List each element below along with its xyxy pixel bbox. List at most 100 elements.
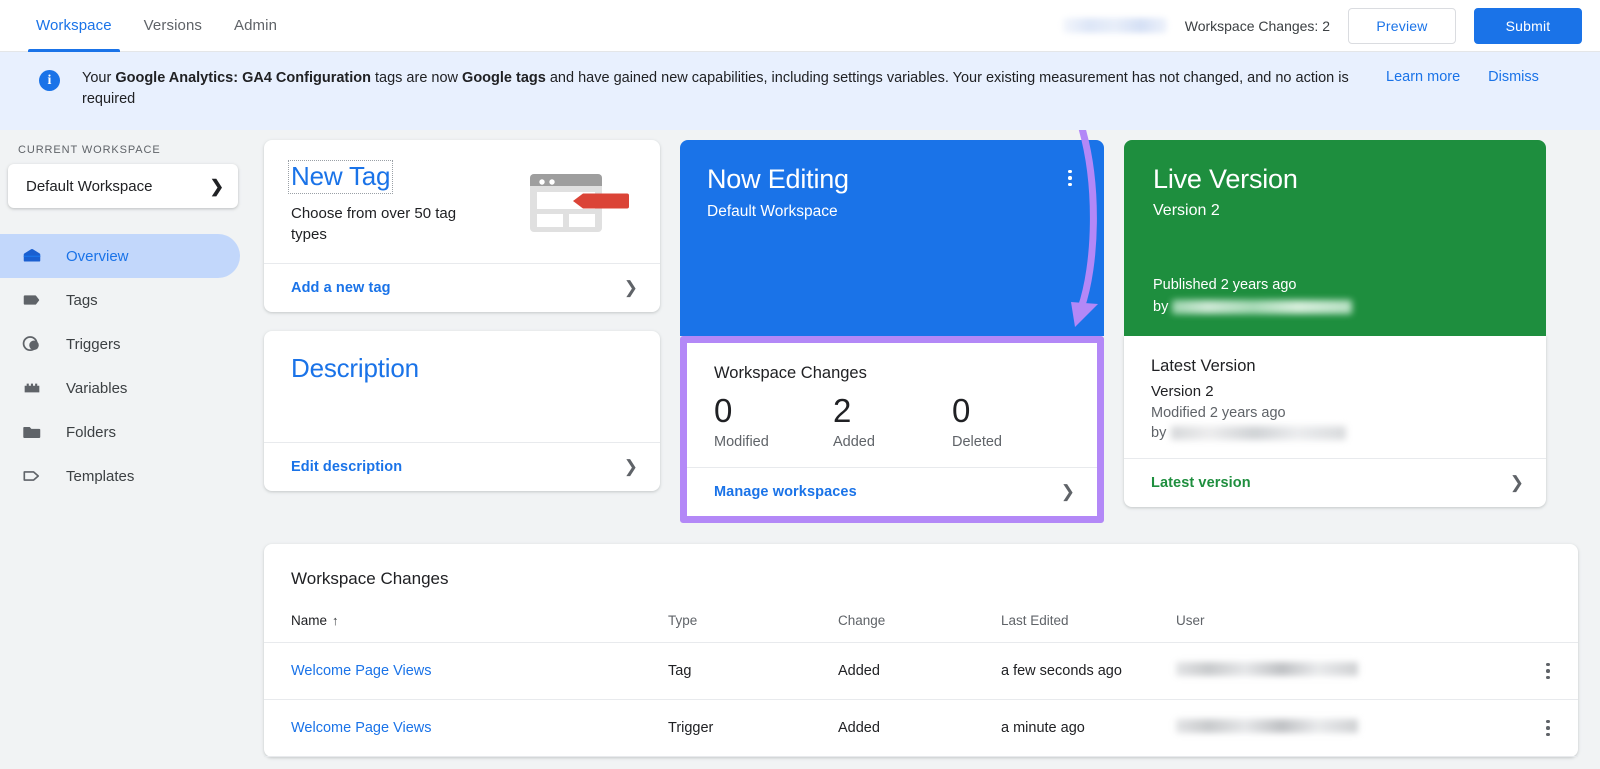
top-bar-actions: Workspace Changes: 2 Preview Submit — [1063, 8, 1600, 44]
learn-more-link[interactable]: Learn more — [1386, 69, 1460, 85]
sidebar-item-folders[interactable]: Folders — [0, 410, 240, 454]
tab-versions[interactable]: Versions — [128, 0, 218, 52]
stat-added-value: 2 — [833, 391, 952, 431]
column-header-last-edited[interactable]: Last Edited — [1001, 605, 1176, 643]
now-editing-body: Now Editing Default Workspace — [680, 140, 1104, 336]
add-new-tag-label: Add a new tag — [291, 280, 391, 296]
tag-icon — [20, 288, 44, 312]
workspace-changes-card[interactable]: Workspace Changes 0 Modified 2 Added — [687, 343, 1097, 516]
description-card-body: Description — [264, 331, 660, 442]
tab-admin[interactable]: Admin — [218, 0, 293, 52]
stat-added-label: Added — [833, 434, 952, 450]
submit-button[interactable]: Submit — [1474, 8, 1582, 44]
info-banner: i Your Google Analytics: GA4 Configurati… — [0, 52, 1600, 130]
stat-modified-value: 0 — [714, 391, 833, 431]
row-0-name[interactable]: Welcome Page Views — [264, 643, 668, 700]
sidebar-item-templates-label: Templates — [66, 468, 134, 485]
latest-version-number: Version 2 — [1151, 383, 1520, 400]
table-head: Name↑ Type Change Last Edited User — [264, 605, 1578, 643]
sidebar-item-tags[interactable]: Tags — [0, 278, 240, 322]
main-content: New Tag Choose from over 50 tag types — [248, 130, 1600, 769]
tab-admin-label: Admin — [234, 17, 277, 34]
chevron-right-icon: ❯ — [1510, 473, 1524, 493]
tab-workspace[interactable]: Workspace — [20, 0, 128, 52]
row-0-user-redacted — [1176, 662, 1358, 676]
latest-version-footer[interactable]: Latest version ❯ — [1124, 458, 1546, 507]
sidebar-item-triggers-label: Triggers — [66, 336, 120, 353]
sidebar-item-variables-label: Variables — [66, 380, 127, 397]
latest-version-author-row: by — [1151, 425, 1520, 441]
dismiss-link[interactable]: Dismiss — [1488, 69, 1539, 85]
latest-version-card[interactable]: Latest Version Version 2 Modified 2 year… — [1124, 336, 1546, 507]
row-kebab-menu-icon[interactable] — [1518, 663, 1578, 680]
stat-deleted-label: Deleted — [952, 434, 1071, 450]
latest-version-title: Latest Version — [1151, 357, 1520, 376]
now-editing-card: Now Editing Default Workspace — [680, 140, 1104, 336]
manage-workspaces-label: Manage workspaces — [714, 484, 857, 500]
banner-bold-2: Google tags — [462, 70, 546, 86]
folder-icon — [20, 420, 44, 444]
banner-text-1: Your — [82, 70, 115, 86]
column-header-type-label: Type — [668, 613, 697, 628]
tab-workspace-label: Workspace — [36, 17, 112, 34]
row-1-name[interactable]: Welcome Page Views — [264, 700, 668, 757]
row-1-change: Added — [838, 700, 1001, 757]
description-card[interactable]: Description Edit description ❯ — [264, 331, 660, 491]
workspace-changes-stats: 0 Modified 2 Added 0 Deleted — [714, 391, 1071, 450]
right-card-column: Live Version Version 2 Published 2 years… — [1124, 140, 1546, 507]
workspace-changes-table-card: Workspace Changes Name↑ Type Change Last… — [264, 544, 1578, 757]
sidebar-item-variables[interactable]: Variables — [0, 366, 240, 410]
sort-ascending-icon: ↑ — [332, 613, 339, 628]
add-new-tag-footer[interactable]: Add a new tag ❯ — [264, 263, 660, 312]
kebab-menu-icon[interactable] — [1058, 166, 1082, 190]
sidebar-item-templates[interactable]: Templates — [0, 454, 240, 498]
column-header-user[interactable]: User — [1176, 605, 1518, 643]
workspace-changes-table-title: Workspace Changes — [264, 544, 1578, 589]
column-header-type[interactable]: Type — [668, 605, 838, 643]
latest-version-body: Latest Version Version 2 Modified 2 year… — [1124, 336, 1546, 458]
workspace-changes-counter: Workspace Changes: 2 — [1185, 18, 1330, 34]
variable-icon — [20, 376, 44, 400]
chevron-right-icon: ❯ — [624, 457, 638, 477]
column-header-change[interactable]: Change — [838, 605, 1001, 643]
table-row[interactable]: Welcome Page Views Trigger Added a minut… — [264, 700, 1578, 757]
row-kebab-menu-icon[interactable] — [1518, 720, 1578, 737]
info-icon: i — [39, 70, 60, 91]
new-tag-card-body: New Tag Choose from over 50 tag types — [264, 140, 660, 263]
trigger-icon — [20, 332, 44, 356]
new-tag-illustration-icon — [528, 168, 632, 245]
stat-added: 2 Added — [833, 391, 952, 450]
banner-actions: Learn more Dismiss — [1386, 69, 1557, 85]
row-0-last-edited: a few seconds ago — [1001, 643, 1176, 700]
description-title: Description — [291, 353, 634, 384]
new-tag-subtitle: Choose from over 50 tag types — [291, 203, 491, 245]
live-version-author-redacted — [1172, 300, 1352, 314]
new-tag-card[interactable]: New Tag Choose from over 50 tag types — [264, 140, 660, 312]
row-1-user — [1176, 700, 1518, 757]
column-header-name[interactable]: Name↑ — [264, 605, 668, 643]
overview-icon — [20, 244, 44, 268]
manage-workspaces-footer[interactable]: Manage workspaces ❯ — [687, 467, 1097, 516]
nav-tabs: Workspace Versions Admin — [0, 0, 293, 52]
live-version-card: Live Version Version 2 Published 2 years… — [1124, 140, 1546, 336]
sidebar: CURRENT WORKSPACE Default Workspace ❯ Ov… — [0, 130, 248, 769]
table-row[interactable]: Welcome Page Views Tag Added a few secon… — [264, 643, 1578, 700]
stat-deleted: 0 Deleted — [952, 391, 1071, 450]
stat-deleted-value: 0 — [952, 391, 1071, 431]
sidebar-item-triggers[interactable]: Triggers — [0, 322, 240, 366]
preview-button[interactable]: Preview — [1348, 8, 1456, 44]
sidebar-item-overview[interactable]: Overview — [0, 234, 240, 278]
workspace-changes-highlight: Workspace Changes 0 Modified 2 Added — [680, 336, 1104, 523]
left-card-column: New Tag Choose from over 50 tag types — [264, 140, 660, 491]
live-version-title: Live Version — [1153, 164, 1520, 195]
page-body: CURRENT WORKSPACE Default Workspace ❯ Ov… — [0, 130, 1600, 769]
sidebar-item-tags-label: Tags — [66, 292, 98, 309]
workspace-selector[interactable]: Default Workspace ❯ — [8, 164, 238, 208]
edit-description-footer[interactable]: Edit description ❯ — [264, 442, 660, 491]
row-0-user — [1176, 643, 1518, 700]
live-version-subtitle: Version 2 — [1153, 202, 1520, 220]
latest-version-link-label: Latest version — [1151, 475, 1251, 491]
workspace-changes-body: Workspace Changes 0 Modified 2 Added — [687, 343, 1097, 467]
row-0-actions — [1518, 643, 1578, 700]
live-version-by-label: by — [1153, 299, 1168, 315]
